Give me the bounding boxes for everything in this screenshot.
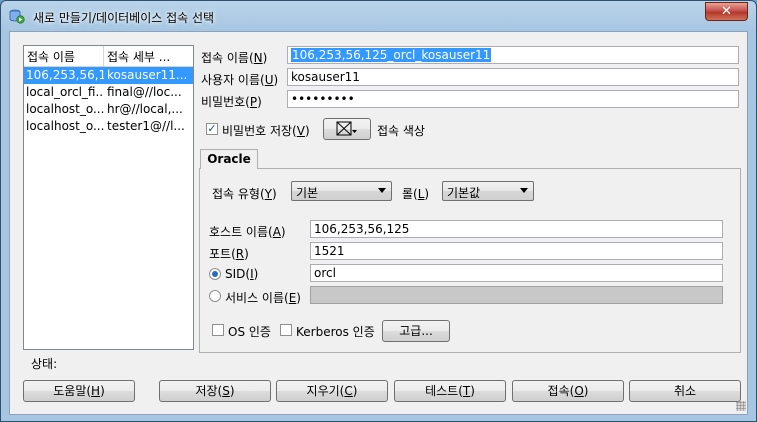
save-button[interactable]: 저장(S) [159, 380, 271, 402]
sid-label[interactable]: SID(I) [225, 267, 258, 281]
connection-row[interactable]: localhost_o... hr@//local,... [24, 101, 193, 118]
connection-row[interactable]: local_orcl_fi... final@//loc... [24, 84, 193, 101]
service-name-label[interactable]: 서비스 이름(E) [225, 289, 301, 306]
connection-name-input[interactable]: 106,253,56,125_orcl_kosauser11 [287, 46, 739, 64]
role-select[interactable]: 기본값 [442, 181, 534, 201]
title-bar[interactable]: 새로 만들기/데이터베이스 접속 선택 ✕ [1, 1, 756, 31]
os-auth-checkbox[interactable] [212, 324, 224, 336]
password-label: 비밀번호(P) [201, 95, 262, 109]
status-label: 상태: [31, 357, 58, 371]
save-password-checkbox[interactable]: ✓ [206, 123, 218, 135]
connection-type-select[interactable]: 기본 [291, 181, 392, 201]
connection-type-label: 접속 유형(Y) [212, 187, 277, 201]
save-password-label[interactable]: 비밀번호 저장(V) [222, 122, 310, 139]
connection-color-label: 접속 색상 [377, 124, 425, 138]
chevron-down-icon [520, 188, 528, 193]
connection-row[interactable]: 106,253,56,1... kosauser11... [24, 67, 193, 84]
clear-button[interactable]: 지우기(C) [276, 380, 388, 402]
window-title: 새로 만들기/데이터베이스 접속 선택 [33, 11, 215, 25]
sid-input[interactable]: orcl [310, 264, 723, 282]
os-auth-label[interactable]: OS 인증 [228, 323, 271, 340]
service-name-input [310, 286, 723, 304]
advanced-button[interactable]: 고급... [382, 320, 450, 342]
help-button[interactable]: 도움말(H) [23, 380, 135, 402]
connection-name-label: 접속 이름(N) [201, 51, 268, 65]
connection-name-cell: local_orcl_fi... [26, 85, 104, 99]
kerberos-auth-label[interactable]: Kerberos 인증 [296, 323, 375, 340]
tab-oracle[interactable]: Oracle [200, 149, 258, 169]
hostname-input[interactable]: 106,253,56,125 [310, 220, 723, 238]
port-input[interactable]: 1521 [310, 242, 723, 260]
kerberos-auth-checkbox[interactable] [280, 324, 292, 336]
connection-list-header: 접속 이름 접속 세부 ... [24, 46, 193, 67]
column-header-connection-detail[interactable]: 접속 세부 ... [104, 46, 193, 66]
sid-radio[interactable] [209, 268, 221, 280]
connection-detail-cell: tester1@//l... [107, 119, 185, 133]
connection-detail-cell: final@//loc... [107, 85, 182, 99]
username-label: 사용자 이름(U) [201, 73, 279, 87]
connection-name-cell: 106,253,56,1... [26, 68, 104, 82]
connection-name-cell: localhost_o... [26, 119, 104, 133]
close-button[interactable]: ✕ [705, 2, 748, 21]
username-input[interactable]: kosauser11 [287, 68, 739, 86]
chevron-down-icon [378, 188, 386, 193]
password-input[interactable]: ••••••••• [287, 90, 739, 108]
hostname-label: 호스트 이름(A) [209, 225, 286, 239]
connection-list[interactable]: 접속 이름 접속 세부 ... 106,253,56,1... kosauser… [23, 45, 194, 350]
close-icon: ✕ [721, 4, 732, 19]
connect-button[interactable]: 접속(O) [512, 380, 624, 402]
column-header-connection-name[interactable]: 접속 이름 [24, 46, 104, 66]
connection-detail-cell: hr@//local,... [107, 102, 183, 116]
resize-grip[interactable] [736, 401, 746, 411]
service-name-radio[interactable] [209, 290, 221, 302]
connection-name-cell: localhost_o... [26, 102, 104, 116]
dialog-window: 새로 만들기/데이터베이스 접속 선택 ✕ 접속 이름 접속 세부 ... 10… [0, 0, 757, 422]
port-label: 포트(R) [209, 247, 249, 261]
connection-color-button[interactable] [323, 118, 371, 140]
test-button[interactable]: 테스트(T) [394, 380, 506, 402]
database-connection-icon [9, 9, 25, 24]
connection-detail-cell: kosauser11... [107, 68, 188, 82]
color-picker-icon [336, 121, 357, 135]
cancel-button[interactable]: 취소 [629, 380, 741, 402]
connection-row[interactable]: localhost_o... tester1@//l... [24, 118, 193, 135]
role-label: 롤(L) [402, 187, 430, 201]
